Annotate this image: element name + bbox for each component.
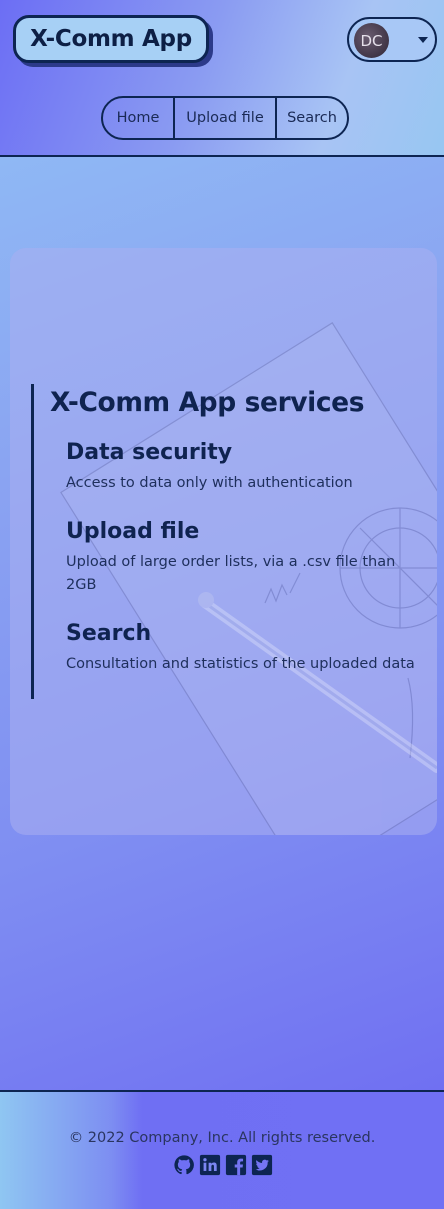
main-content: X-Comm App services Data security Access… [0,157,444,1090]
nav-search-link[interactable]: Search [275,98,347,138]
user-menu-dropdown[interactable]: DC [347,17,437,62]
service-description: Upload of large order lists, via a .csv … [66,554,396,593]
footer: © 2022 Company, Inc. All rights reserved… [0,1090,444,1209]
service-item-search: Search Consultation and statistics of th… [66,619,416,676]
chevron-down-icon[interactable] [418,37,428,43]
services-card: X-Comm App services Data security Access… [10,248,437,835]
linkedin-icon[interactable] [199,1154,221,1176]
copyright-text: © 2022 Company, Inc. All rights reserved… [68,1130,376,1146]
service-item-upload-file: Upload file Upload of large order lists,… [66,517,416,597]
services-list: X-Comm App services Data security Access… [31,384,415,699]
service-title: Data security [66,440,233,465]
service-description: Access to data only with authentication [66,475,353,491]
nav-upload-file-link[interactable]: Upload file [173,98,275,138]
service-title: Upload file [66,519,200,544]
main-nav: Home Upload file Search [101,96,349,140]
facebook-icon[interactable] [225,1154,247,1176]
service-item-data-security: Data security Access to data only with a… [66,438,416,495]
social-links [173,1154,273,1176]
github-icon[interactable] [173,1154,195,1176]
twitter-icon[interactable] [251,1154,273,1176]
top-navbar: X-Comm App DC Home Upload file Search [0,0,444,157]
nav-home-link[interactable]: Home [103,98,173,138]
app-logo[interactable]: X-Comm App [13,15,209,63]
service-title: Search [66,621,152,646]
service-description: Consultation and statistics of the uploa… [66,656,415,672]
avatar[interactable]: DC [354,23,389,58]
services-heading: X-Comm App services [50,387,365,418]
